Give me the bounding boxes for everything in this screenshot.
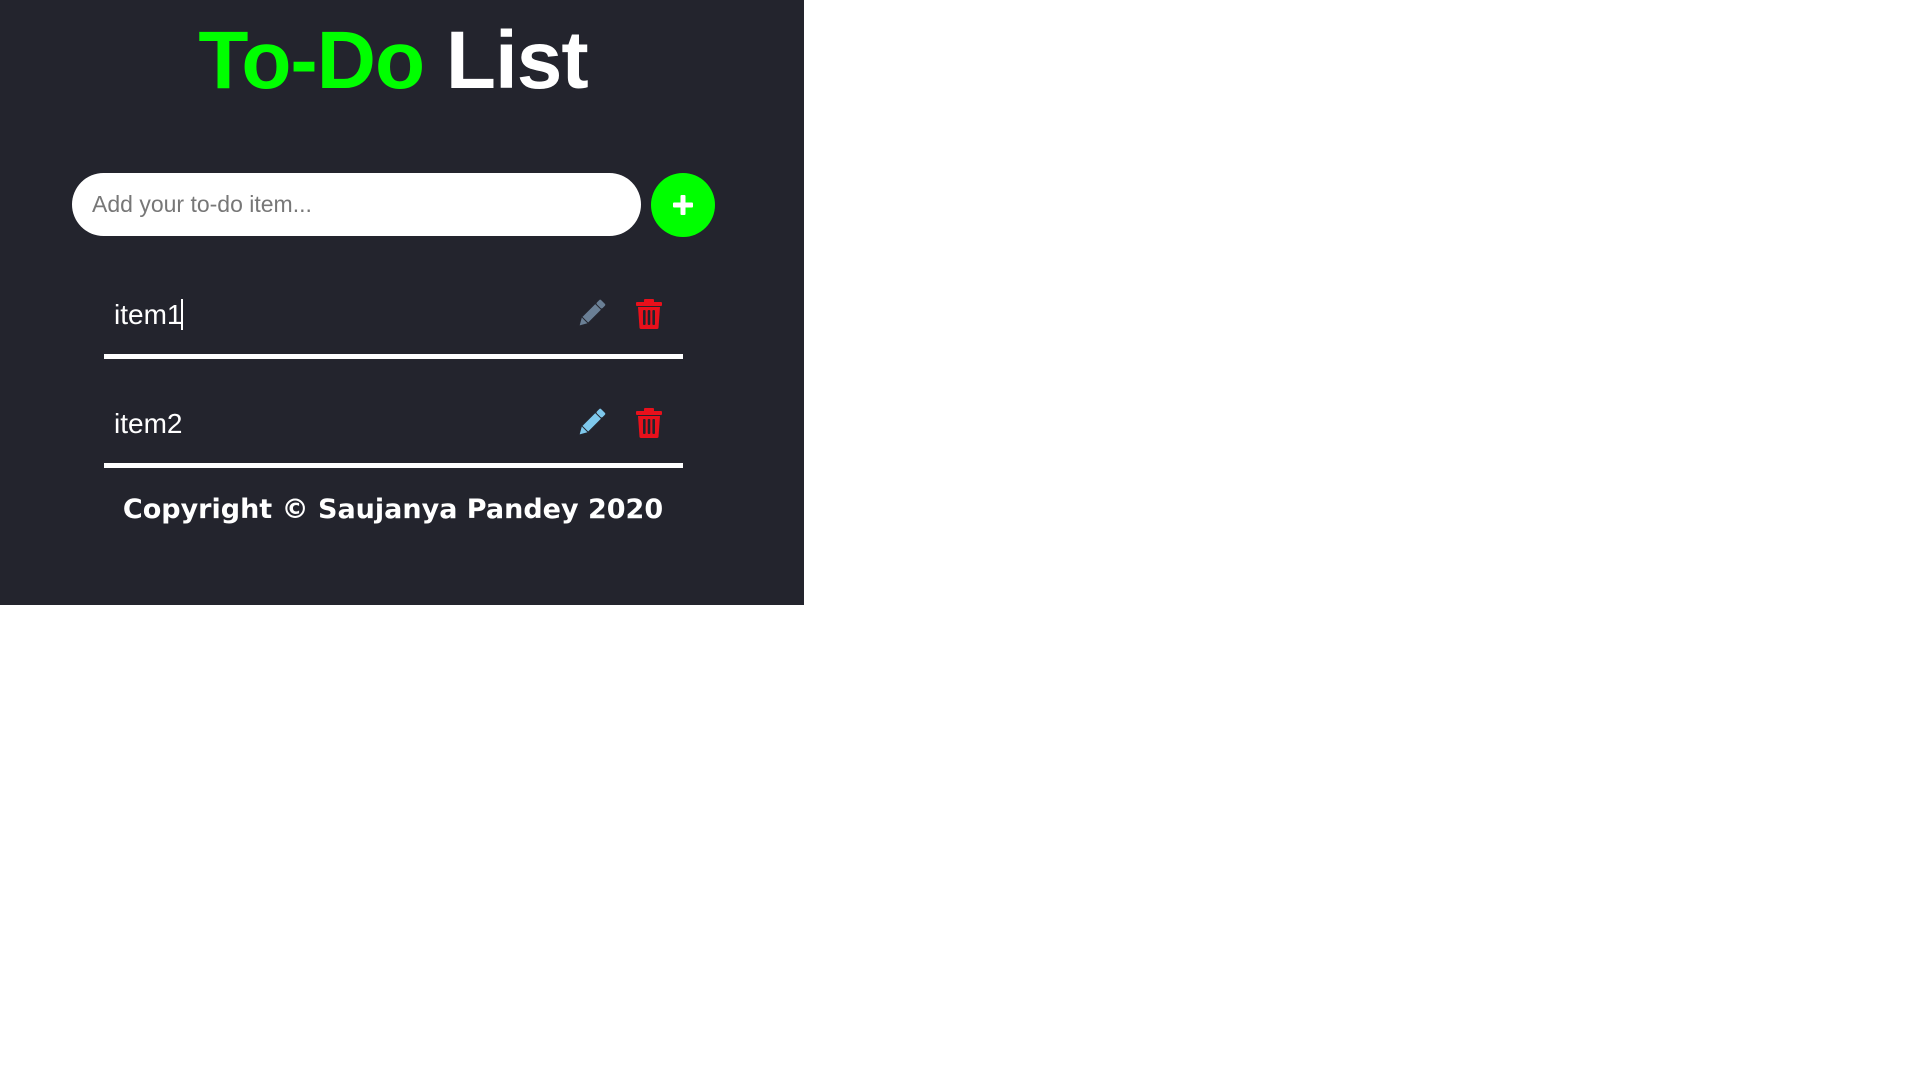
page-title-accent: To-Do: [198, 15, 425, 106]
edit-button[interactable]: [573, 297, 609, 333]
trash-icon: [635, 407, 663, 442]
todo-item: [104, 390, 683, 468]
todo-app: To-Do List Add your to-do item... item1 …: [0, 0, 804, 605]
page-title-rest: List: [445, 15, 589, 106]
pencil-icon: [575, 298, 607, 333]
page-title: To-Do List: [0, 14, 786, 108]
todo-item: [104, 281, 683, 359]
text-cursor: [181, 299, 183, 330]
copyright-footer: Copyright © Saujanya Pandey 2020: [122, 494, 664, 525]
todo-item-text[interactable]: [114, 297, 534, 333]
edit-button[interactable]: [573, 406, 609, 442]
add-button[interactable]: [651, 173, 715, 237]
pencil-icon: [575, 407, 607, 442]
delete-button[interactable]: [631, 297, 667, 333]
plus-icon: [672, 194, 694, 216]
todo-list: [104, 281, 683, 499]
todo-input[interactable]: [72, 173, 641, 236]
delete-button[interactable]: [631, 406, 667, 442]
trash-icon: [635, 298, 663, 333]
todo-item-text[interactable]: [114, 406, 534, 442]
